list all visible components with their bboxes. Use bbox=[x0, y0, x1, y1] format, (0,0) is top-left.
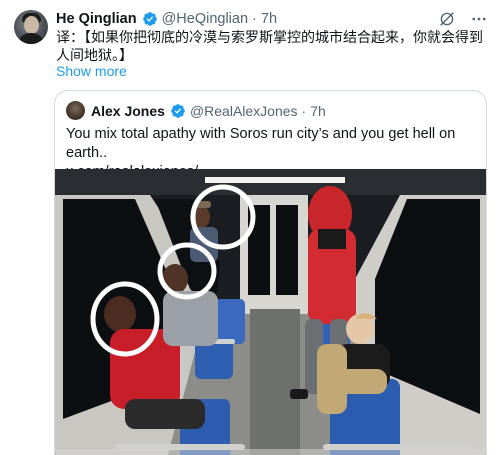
quoted-author-handle[interactable]: @RealAlexJones bbox=[190, 103, 298, 119]
quoted-tweet[interactable]: Alex Jones @RealAlexJones · 7h You mix t… bbox=[54, 90, 487, 455]
separator: · bbox=[252, 11, 257, 27]
verified-badge-icon bbox=[142, 12, 157, 26]
verified-badge-icon bbox=[171, 104, 185, 118]
author-avatar[interactable] bbox=[14, 10, 48, 44]
quoted-author-avatar[interactable] bbox=[66, 101, 85, 120]
author-name[interactable]: He Qinglian bbox=[56, 11, 137, 27]
show-more-link[interactable]: Show more bbox=[56, 63, 127, 79]
video-thumbnail[interactable] bbox=[55, 169, 486, 455]
quoted-tweet-header: Alex Jones @RealAlexJones · 7h bbox=[91, 101, 326, 121]
timestamp[interactable]: 7h bbox=[261, 11, 277, 27]
separator: · bbox=[301, 103, 307, 119]
author-handle[interactable]: @HeQinglian bbox=[162, 11, 248, 27]
more-options-icon[interactable] bbox=[470, 10, 488, 28]
quoted-text-line: You mix total apathy with Soros run city… bbox=[66, 126, 456, 161]
train-interior-scene bbox=[55, 169, 486, 455]
tweet-header: He Qinglian @HeQinglian · 7h bbox=[56, 9, 488, 29]
grok-icon[interactable] bbox=[438, 10, 456, 28]
header-actions bbox=[438, 10, 488, 28]
quoted-timestamp[interactable]: 7h bbox=[310, 103, 326, 119]
tweet-text: 译：【如果你把彻底的冷漠与索罗斯掌控的城市结合起来，你就会得到人间地狱。】 bbox=[56, 29, 483, 63]
quoted-author-name[interactable]: Alex Jones bbox=[91, 103, 165, 119]
tweet-card[interactable]: He Qinglian @HeQinglian · 7h 译：【如果你把彻底的冷… bbox=[0, 0, 500, 455]
